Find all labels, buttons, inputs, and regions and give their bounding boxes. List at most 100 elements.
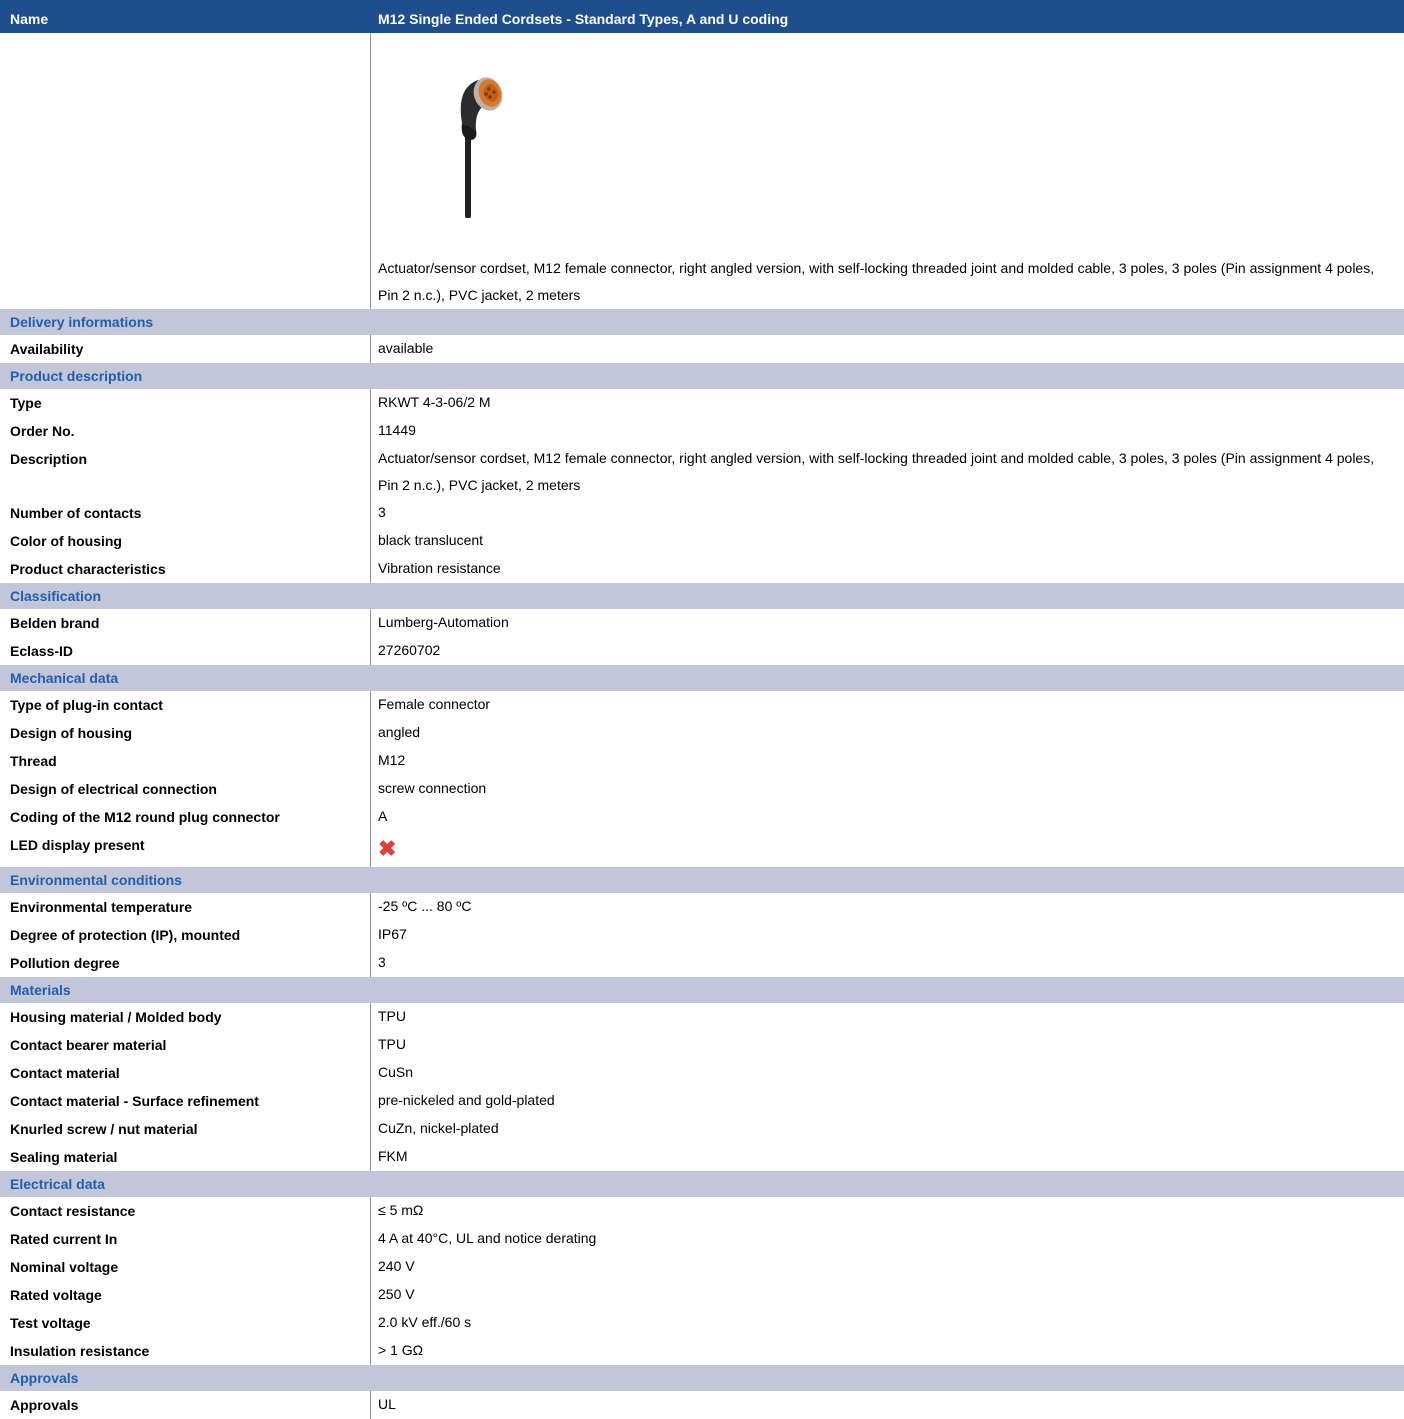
column-divider [370, 1003, 371, 1031]
name-label: Name [10, 11, 49, 27]
spec-value: IP67 [378, 926, 407, 942]
spec-value: RKWT 4-3-06/2 M [378, 394, 491, 410]
summary-row: Actuator/sensor cordset, M12 female conn… [0, 255, 1404, 309]
column-divider [370, 719, 371, 747]
spec-row: Coding of the M12 round plug connector A [0, 803, 1404, 831]
column-divider [370, 555, 371, 583]
spec-row: Description Actuator/sensor cordset, M12 … [0, 445, 1404, 499]
column-divider [370, 499, 371, 527]
column-divider [370, 33, 371, 255]
spec-row: Number of contacts 3 [0, 499, 1404, 527]
spec-value: screw connection [378, 780, 487, 796]
spec-value: 11449 [378, 422, 416, 438]
column-divider [370, 1031, 371, 1059]
spec-label: Thread [10, 753, 57, 769]
image-row [0, 33, 1404, 255]
summary-description: Actuator/sensor cordset, M12 female conn… [378, 260, 1375, 303]
section-title: Materials [10, 982, 71, 998]
spec-label: Contact material - Surface refinement [10, 1093, 259, 1109]
spec-row: Rated voltage 250 V [0, 1281, 1404, 1309]
spec-value: CuSn [378, 1064, 414, 1080]
section-header: Product description [0, 363, 1404, 389]
column-divider [370, 1253, 371, 1281]
spec-row: Contact resistance ≤ 5 mΩ [0, 1197, 1404, 1225]
spec-row: Test voltage 2.0 kV eff./60 s [0, 1309, 1404, 1337]
spec-row: Housing material / Molded body TPU [0, 1003, 1404, 1031]
section-header: Approvals [0, 1365, 1404, 1391]
spec-row: Order No. 11449 [0, 417, 1404, 445]
spec-row: Color of housing black translucent [0, 527, 1404, 555]
spec-label: Availability [10, 341, 84, 357]
spec-row: Design of housing angled [0, 719, 1404, 747]
spec-label: Contact bearer material [10, 1037, 167, 1053]
spec-row: Nominal voltage 240 V [0, 1253, 1404, 1281]
spec-label: Test voltage [10, 1315, 91, 1331]
spec-label: Type [10, 395, 42, 411]
spec-value: 27260702 [378, 642, 441, 658]
section-title: Environmental conditions [10, 872, 182, 888]
column-divider [370, 637, 371, 665]
column-divider [370, 609, 371, 637]
spec-row: Rated current In 4 A at 40°C, UL and noti… [0, 1225, 1404, 1253]
column-divider [370, 1309, 371, 1337]
product-title: M12 Single Ended Cordsets - Standard Typ… [378, 11, 789, 27]
spec-value: 3 [378, 954, 386, 970]
column-divider [370, 1337, 371, 1365]
spec-label: Coding of the M12 round plug connector [10, 809, 280, 825]
spec-value: Female connector [378, 696, 491, 712]
column-divider [370, 1281, 371, 1309]
spec-label: Housing material / Molded body [10, 1009, 222, 1025]
spec-row: Knurled screw / nut material CuZn, nickel… [0, 1115, 1404, 1143]
spec-row: Belden brand Lumberg-Automation [0, 609, 1404, 637]
column-divider [370, 1225, 371, 1253]
column-divider [370, 527, 371, 555]
spec-row: Type RKWT 4-3-06/2 M [0, 389, 1404, 417]
spec-label: Belden brand [10, 615, 100, 631]
spec-value: black translucent [378, 532, 484, 548]
spec-value: Actuator/sensor cordset, M12 female conn… [378, 450, 1375, 493]
section-title: Classification [10, 588, 102, 604]
spec-value: 240 V [378, 1258, 415, 1274]
section-title: Electrical data [10, 1176, 105, 1192]
spec-table: Actuator/sensor cordset, M12 female conn… [0, 33, 1404, 1419]
product-image [440, 68, 510, 219]
spec-value: A [378, 808, 388, 824]
spec-row: Sealing material FKM [0, 1143, 1404, 1171]
spec-value: Lumberg-Automation [378, 614, 509, 630]
spec-row: Eclass-ID 27260702 [0, 637, 1404, 665]
column-divider [370, 1391, 371, 1419]
spec-label: Sealing material [10, 1149, 118, 1165]
section-title: Delivery informations [10, 314, 154, 330]
spec-row: Type of plug-in contact Female connector [0, 691, 1404, 719]
column-divider [370, 1197, 371, 1225]
section-header: Electrical data [0, 1171, 1404, 1197]
spec-row: Degree of protection (IP), mounted IP67 [0, 921, 1404, 949]
section-header: Mechanical data [0, 665, 1404, 691]
spec-row: Contact material CuSn [0, 1059, 1404, 1087]
spec-label: Contact resistance [10, 1203, 136, 1219]
column-divider [370, 921, 371, 949]
column-divider [370, 1059, 371, 1087]
section-header: Materials [0, 977, 1404, 1003]
spec-value: Vibration resistance [378, 560, 501, 576]
spec-label: Rated current In [10, 1231, 118, 1247]
spec-value: TPU [378, 1008, 406, 1024]
column-divider [370, 1087, 371, 1115]
spec-value: > 1 GΩ [378, 1342, 424, 1358]
spec-label: Approvals [10, 1397, 79, 1413]
section-header: Environmental conditions [0, 867, 1404, 893]
column-divider [370, 893, 371, 921]
section-header: Classification [0, 583, 1404, 609]
spec-label: Degree of protection (IP), mounted [10, 927, 241, 943]
spec-label: Pollution degree [10, 955, 120, 971]
section-header: Delivery informations [0, 309, 1404, 335]
section-title: Product description [10, 368, 143, 384]
column-divider [370, 335, 371, 363]
spec-value: TPU [378, 1036, 406, 1052]
spec-value: 250 V [378, 1286, 415, 1302]
spec-label: Eclass-ID [10, 643, 74, 659]
spec-label: Color of housing [10, 533, 122, 549]
spec-row: Design of electrical connection screw con… [0, 775, 1404, 803]
spec-label: Contact material [10, 1065, 120, 1081]
spec-row: Insulation resistance > 1 GΩ [0, 1337, 1404, 1365]
